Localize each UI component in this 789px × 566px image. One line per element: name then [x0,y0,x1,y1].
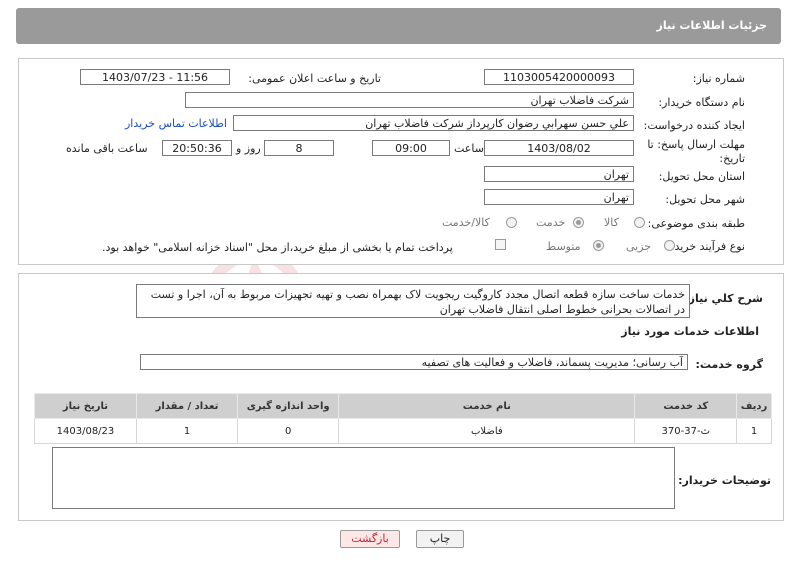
deadline-time-field[interactable]: 09:00 [372,140,450,156]
col-service-name: نام خدمت [338,393,636,419]
city-field[interactable]: تهران [484,189,634,205]
category-goods-label: کالا [604,216,619,229]
services-heading: اطلاعات خدمات مورد نیاز [621,325,759,338]
requester-label: ایجاد کننده درخواست: [643,119,745,132]
remaining-time-label: ساعت باقی مانده [66,142,148,155]
category-service-label: خدمت [536,216,566,229]
page-header: جزئیات اطلاعات نیاز [16,8,781,44]
deadline-date-field[interactable]: 1403/08/02 [484,140,634,156]
province-field[interactable]: تهران [484,166,634,182]
city-label: شهر محل تحویل: [665,193,745,206]
col-need-date: تاریخ نیاز [34,393,137,419]
buyer-contact-link[interactable]: اطلاعات تماس خریدار [125,117,227,130]
category-goods-service-radio[interactable] [506,217,517,228]
announce-datetime-field[interactable]: 1403/07/23 - 11:56 [80,69,230,85]
deadline-time-label: ساعت [454,142,484,155]
deadline-days-field[interactable]: 8 [264,140,334,156]
purchase-minor-label: جزیی [626,240,652,253]
buyer-notes-textarea[interactable] [52,447,675,509]
category-label: طبقه بندی موضوعی: [647,217,745,230]
category-service-radio[interactable] [573,217,584,228]
service-group-label: گروه خدمت: [695,358,763,371]
buyer-org-label: نام دستگاه خریدار: [658,96,745,109]
need-number-field[interactable]: 1103005420000093 [484,69,634,85]
back-button[interactable]: بازگشت [340,530,400,548]
need-number-label: شماره نیاز: [692,72,745,85]
col-quantity: تعداد / مقدار [135,393,239,419]
print-button[interactable]: چاپ [416,530,464,548]
summary-textarea[interactable]: خدمات ساخت سازه قطعه اتصال مجدد کاروگیت … [136,284,690,318]
table-row: 1403/08/23 1 0 فاضلاب ث-37-370 1 [34,418,772,444]
treasury-text: پرداخت تمام یا بخشی از مبلغ خرید،از محل … [102,241,453,254]
col-unit: واحد اندازه گیری [237,393,340,419]
services-table: تاریخ نیاز تعداد / مقدار واحد اندازه گیر… [34,393,772,444]
cell-need-date: 1403/08/23 [34,418,137,444]
deadline-label-line1: مهلت ارسال پاسخ: تا [647,138,745,151]
remaining-time-field[interactable]: 20:50:36 [162,140,232,156]
col-service-code: کد خدمت [634,393,738,419]
purchase-medium-label: متوسط [546,240,581,253]
buyer-notes-label: توضیحات خریدار: [678,474,771,487]
summary-label: شرح کلي نياز: [684,292,763,305]
purchase-type-label: نوع فرآیند خرید : [667,240,745,253]
cell-service-name: فاضلاب [338,418,636,444]
announce-datetime-label: تاریخ و ساعت اعلان عمومی: [248,72,381,85]
table-header-row: تاریخ نیاز تعداد / مقدار واحد اندازه گیر… [34,393,772,419]
service-group-field[interactable]: آب رسانی؛ مدیریت پسماند، فاضلاب و فعالیت… [140,354,688,370]
purchase-minor-radio[interactable] [664,240,675,251]
cell-quantity: 1 [135,418,239,444]
col-row-number: ردیف [736,393,772,419]
days-label: روز و [236,142,261,155]
requester-field[interactable]: علي حسن سهرابي رضوان کارپرداز شرکت فاضلا… [233,115,634,131]
treasury-checkbox[interactable] [495,239,506,250]
need-details-panel [18,58,784,265]
category-goods-radio[interactable] [634,217,645,228]
page-title: جزئیات اطلاعات نیاز [656,19,768,32]
cell-unit: 0 [237,418,340,444]
buyer-org-field[interactable]: شرکت فاضلاب تهران [185,92,634,108]
purchase-medium-radio[interactable] [593,240,604,251]
category-goods-service-label: کالا/خدمت [442,216,490,229]
cell-service-code: ث-37-370 [634,418,738,444]
province-label: استان محل تحویل: [658,170,745,183]
cell-row-number: 1 [736,418,772,444]
deadline-label-line2: تاریخ: [719,152,745,165]
